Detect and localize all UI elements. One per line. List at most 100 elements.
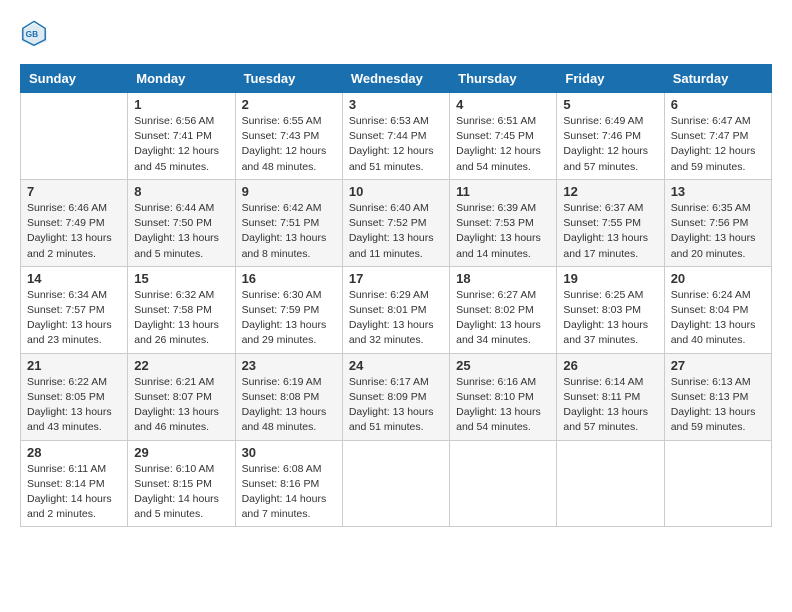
- calendar-cell: 15 Sunrise: 6:32 AM Sunset: 7:58 PM Dayli…: [128, 266, 235, 353]
- calendar-cell: 10Sunrise: 6:40 AM Sunset: 7:52 PM Dayli…: [342, 179, 449, 266]
- calendar-cell: [342, 440, 449, 527]
- day-header-wednesday: Wednesday: [342, 65, 449, 93]
- calendar-cell: 23 Sunrise: 6:19 AM Sunset: 8:08 PM Dayli…: [235, 353, 342, 440]
- calendar-cell: [21, 93, 128, 180]
- calendar-cell: 20Sunrise: 6:24 AM Sunset: 8:04 PM Dayli…: [664, 266, 771, 353]
- day-number: 7: [27, 184, 121, 199]
- calendar-cell: 24Sunrise: 6:17 AM Sunset: 8:09 PM Dayli…: [342, 353, 449, 440]
- day-info: Sunrise: 6:13 AM Sunset: 8:13 PM Dayligh…: [671, 375, 765, 436]
- day-info: Sunrise: 6:40 AM Sunset: 7:52 PM Dayligh…: [349, 201, 443, 262]
- day-info: Sunrise: 6:21 AM Sunset: 8:07 PM Dayligh…: [134, 375, 228, 436]
- calendar-cell: 12 Sunrise: 6:37 AM Sunset: 7:55 PM Dayli…: [557, 179, 664, 266]
- day-header-monday: Monday: [128, 65, 235, 93]
- day-number: 5: [563, 97, 657, 112]
- calendar-cell: 29 Sunrise: 6:10 AM Sunset: 8:15 PM Dayli…: [128, 440, 235, 527]
- day-number: 3: [349, 97, 443, 112]
- calendar-cell: 21Sunrise: 6:22 AM Sunset: 8:05 PM Dayli…: [21, 353, 128, 440]
- day-number: 13: [671, 184, 765, 199]
- calendar-week-row: 7 Sunrise: 6:46 AM Sunset: 7:49 PM Daylig…: [21, 179, 772, 266]
- day-number: 16: [242, 271, 336, 286]
- day-number: 19: [563, 271, 657, 286]
- calendar-header-row: SundayMondayTuesdayWednesdayThursdayFrid…: [21, 65, 772, 93]
- day-header-tuesday: Tuesday: [235, 65, 342, 93]
- day-info: Sunrise: 6:32 AM Sunset: 7:58 PM Dayligh…: [134, 288, 228, 349]
- day-info: Sunrise: 6:37 AM Sunset: 7:55 PM Dayligh…: [563, 201, 657, 262]
- day-info: Sunrise: 6:17 AM Sunset: 8:09 PM Dayligh…: [349, 375, 443, 436]
- day-info: Sunrise: 6:53 AM Sunset: 7:44 PM Dayligh…: [349, 114, 443, 175]
- calendar-cell: 17Sunrise: 6:29 AM Sunset: 8:01 PM Dayli…: [342, 266, 449, 353]
- calendar-cell: 7 Sunrise: 6:46 AM Sunset: 7:49 PM Daylig…: [21, 179, 128, 266]
- day-number: 1: [134, 97, 228, 112]
- day-info: Sunrise: 6:39 AM Sunset: 7:53 PM Dayligh…: [456, 201, 550, 262]
- calendar-cell: 2 Sunrise: 6:55 AM Sunset: 7:43 PM Daylig…: [235, 93, 342, 180]
- calendar-cell: 4 Sunrise: 6:51 AM Sunset: 7:45 PM Daylig…: [450, 93, 557, 180]
- svg-text:GB: GB: [26, 29, 39, 39]
- day-number: 11: [456, 184, 550, 199]
- day-info: Sunrise: 6:08 AM Sunset: 8:16 PM Dayligh…: [242, 462, 336, 523]
- calendar-cell: 30 Sunrise: 6:08 AM Sunset: 8:16 PM Dayli…: [235, 440, 342, 527]
- day-number: 28: [27, 445, 121, 460]
- day-number: 2: [242, 97, 336, 112]
- day-header-saturday: Saturday: [664, 65, 771, 93]
- calendar-week-row: 21Sunrise: 6:22 AM Sunset: 8:05 PM Dayli…: [21, 353, 772, 440]
- day-info: Sunrise: 6:14 AM Sunset: 8:11 PM Dayligh…: [563, 375, 657, 436]
- day-number: 12: [563, 184, 657, 199]
- day-number: 6: [671, 97, 765, 112]
- calendar-cell: 22 Sunrise: 6:21 AM Sunset: 8:07 PM Dayli…: [128, 353, 235, 440]
- day-info: Sunrise: 6:47 AM Sunset: 7:47 PM Dayligh…: [671, 114, 765, 175]
- day-number: 8: [134, 184, 228, 199]
- day-info: Sunrise: 6:35 AM Sunset: 7:56 PM Dayligh…: [671, 201, 765, 262]
- day-info: Sunrise: 6:10 AM Sunset: 8:15 PM Dayligh…: [134, 462, 228, 523]
- calendar-cell: 19 Sunrise: 6:25 AM Sunset: 8:03 PM Dayli…: [557, 266, 664, 353]
- day-number: 22: [134, 358, 228, 373]
- day-info: Sunrise: 6:29 AM Sunset: 8:01 PM Dayligh…: [349, 288, 443, 349]
- calendar-cell: 28 Sunrise: 6:11 AM Sunset: 8:14 PM Dayli…: [21, 440, 128, 527]
- logo-icon: GB: [20, 20, 48, 48]
- logo: GB: [20, 20, 52, 48]
- day-info: Sunrise: 6:11 AM Sunset: 8:14 PM Dayligh…: [27, 462, 121, 523]
- calendar-cell: 26 Sunrise: 6:14 AM Sunset: 8:11 PM Dayli…: [557, 353, 664, 440]
- day-info: Sunrise: 6:51 AM Sunset: 7:45 PM Dayligh…: [456, 114, 550, 175]
- day-number: 27: [671, 358, 765, 373]
- day-number: 29: [134, 445, 228, 460]
- day-header-sunday: Sunday: [21, 65, 128, 93]
- day-header-friday: Friday: [557, 65, 664, 93]
- header: GB: [20, 20, 772, 48]
- calendar-table: SundayMondayTuesdayWednesdayThursdayFrid…: [20, 64, 772, 527]
- day-info: Sunrise: 6:25 AM Sunset: 8:03 PM Dayligh…: [563, 288, 657, 349]
- day-number: 30: [242, 445, 336, 460]
- day-header-thursday: Thursday: [450, 65, 557, 93]
- day-info: Sunrise: 6:30 AM Sunset: 7:59 PM Dayligh…: [242, 288, 336, 349]
- day-info: Sunrise: 6:34 AM Sunset: 7:57 PM Dayligh…: [27, 288, 121, 349]
- day-number: 15: [134, 271, 228, 286]
- day-number: 18: [456, 271, 550, 286]
- day-info: Sunrise: 6:16 AM Sunset: 8:10 PM Dayligh…: [456, 375, 550, 436]
- calendar-cell: 16 Sunrise: 6:30 AM Sunset: 7:59 PM Dayli…: [235, 266, 342, 353]
- day-info: Sunrise: 6:46 AM Sunset: 7:49 PM Dayligh…: [27, 201, 121, 262]
- day-info: Sunrise: 6:44 AM Sunset: 7:50 PM Dayligh…: [134, 201, 228, 262]
- day-info: Sunrise: 6:19 AM Sunset: 8:08 PM Dayligh…: [242, 375, 336, 436]
- day-info: Sunrise: 6:42 AM Sunset: 7:51 PM Dayligh…: [242, 201, 336, 262]
- calendar-cell: [557, 440, 664, 527]
- day-number: 4: [456, 97, 550, 112]
- day-info: Sunrise: 6:49 AM Sunset: 7:46 PM Dayligh…: [563, 114, 657, 175]
- day-info: Sunrise: 6:27 AM Sunset: 8:02 PM Dayligh…: [456, 288, 550, 349]
- day-info: Sunrise: 6:22 AM Sunset: 8:05 PM Dayligh…: [27, 375, 121, 436]
- day-info: Sunrise: 6:24 AM Sunset: 8:04 PM Dayligh…: [671, 288, 765, 349]
- day-number: 26: [563, 358, 657, 373]
- calendar-cell: [450, 440, 557, 527]
- calendar-cell: 11 Sunrise: 6:39 AM Sunset: 7:53 PM Dayli…: [450, 179, 557, 266]
- day-number: 9: [242, 184, 336, 199]
- calendar-cell: [664, 440, 771, 527]
- calendar-cell: 1Sunrise: 6:56 AM Sunset: 7:41 PM Daylig…: [128, 93, 235, 180]
- day-info: Sunrise: 6:55 AM Sunset: 7:43 PM Dayligh…: [242, 114, 336, 175]
- calendar-week-row: 28 Sunrise: 6:11 AM Sunset: 8:14 PM Dayli…: [21, 440, 772, 527]
- calendar-cell: 18 Sunrise: 6:27 AM Sunset: 8:02 PM Dayli…: [450, 266, 557, 353]
- calendar-week-row: 1Sunrise: 6:56 AM Sunset: 7:41 PM Daylig…: [21, 93, 772, 180]
- day-number: 14: [27, 271, 121, 286]
- day-number: 23: [242, 358, 336, 373]
- calendar-cell: 5 Sunrise: 6:49 AM Sunset: 7:46 PM Daylig…: [557, 93, 664, 180]
- calendar-cell: 27 Sunrise: 6:13 AM Sunset: 8:13 PM Dayli…: [664, 353, 771, 440]
- calendar-week-row: 14 Sunrise: 6:34 AM Sunset: 7:57 PM Dayli…: [21, 266, 772, 353]
- calendar-cell: 6 Sunrise: 6:47 AM Sunset: 7:47 PM Daylig…: [664, 93, 771, 180]
